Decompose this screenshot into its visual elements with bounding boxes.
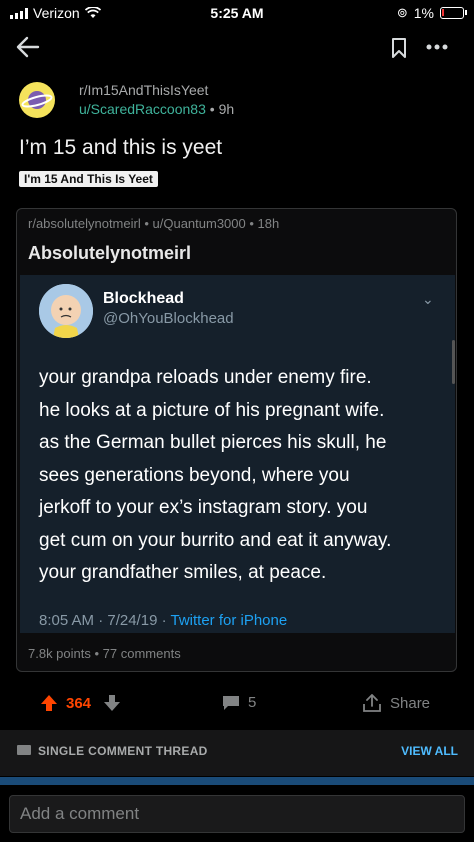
crosspost-title: Absolutelynotmeirl xyxy=(28,243,192,263)
tweet-line: he looks at a picture of his pregnant wi… xyxy=(39,399,385,421)
more-options-icon[interactable] xyxy=(426,44,448,50)
battery-icon xyxy=(440,7,467,19)
downvote-arrow-icon[interactable] xyxy=(103,694,121,712)
tweet-line: sees generations beyond, where you xyxy=(39,464,350,486)
vote-group: 364 xyxy=(40,694,91,712)
thread-label: SINGLE COMMENT THREAD xyxy=(38,744,208,758)
planet-icon xyxy=(21,91,53,109)
tweet-text: your grandpa reloads under enemy fire. h… xyxy=(39,362,449,590)
tweet-source: Twitter for iPhone xyxy=(170,612,288,629)
chevron-down-icon: ⌄ xyxy=(422,291,434,307)
vote-score: 364 xyxy=(66,694,92,712)
comment-count: 5 xyxy=(248,694,257,711)
orientation-lock-icon: ⊚ xyxy=(396,5,408,20)
crosspost-comments: 77 comments xyxy=(102,646,181,661)
view-all-button[interactable]: VIEW ALL xyxy=(401,744,458,758)
crosspost-stats: 7.8k points • 77 comments xyxy=(28,646,181,661)
crosspost-points: 7.8k points xyxy=(28,646,91,661)
tweet-line: your grandfather smiles, at peace. xyxy=(39,562,327,583)
share-button[interactable]: Share xyxy=(362,694,430,712)
tweet-line: get cum on your burrito and eat it anywa… xyxy=(39,529,392,551)
tweet-date: 8:05 AM · 7/24/19 · xyxy=(39,612,171,629)
tweet-line: your grandpa reloads under enemy fire. xyxy=(39,367,372,388)
post-flair: I'm 15 And This Is Yeet xyxy=(19,171,158,187)
crosspost-author[interactable]: u/Quantum3000 xyxy=(153,216,246,231)
subreddit-avatar[interactable] xyxy=(19,82,55,118)
back-arrow-icon[interactable] xyxy=(16,36,40,58)
tweet-avatar xyxy=(39,284,93,338)
upvote-arrow-icon[interactable] xyxy=(40,694,58,712)
post-title: I’m 15 and this is yeet xyxy=(19,136,223,159)
tweet-line: as the German bullet pierces his skull, … xyxy=(39,432,387,453)
comment-thread-icon xyxy=(17,745,31,755)
tweet-timestamp: 8:05 AM · 7/24/19 · Twitter for iPhone xyxy=(39,612,287,629)
crosspost-subreddit[interactable]: r/absolutelynotmeirl xyxy=(28,216,141,231)
crosspost-age: 18h xyxy=(257,216,280,231)
battery-percent: 1% xyxy=(413,5,434,21)
tweet-display-name: Blockhead xyxy=(103,290,184,307)
share-icon xyxy=(363,694,381,712)
tweet-line: jerkoff to your ex’s instagram story. yo… xyxy=(39,497,368,518)
bookmark-icon[interactable] xyxy=(391,38,407,58)
separator-dot: • xyxy=(209,101,219,117)
post-author[interactable]: u/ScaredRaccoon83 xyxy=(79,101,206,117)
comment-placeholder: Add a comment xyxy=(20,804,140,823)
subreddit-name[interactable]: r/Im15AndThisIsYeet xyxy=(79,82,208,98)
scrollbar-thumb[interactable] xyxy=(452,340,455,384)
highlight-strip xyxy=(0,777,474,785)
charlie-brown-avatar-icon xyxy=(39,284,93,338)
tweet-handle: @OhYouBlockhead xyxy=(103,310,234,327)
comments-button[interactable]: 5 xyxy=(222,694,256,711)
comment-icon xyxy=(223,695,239,710)
share-label: Share xyxy=(390,694,431,712)
post-age: 9h xyxy=(218,101,235,117)
crosspost-meta: r/absolutelynotmeirl • u/Quantum3000 • 1… xyxy=(28,216,280,231)
post-author-line: u/ScaredRaccoon83 • 9h xyxy=(79,101,234,117)
status-bar: Verizon 5:25 AM ⊚ 1% xyxy=(0,0,474,26)
